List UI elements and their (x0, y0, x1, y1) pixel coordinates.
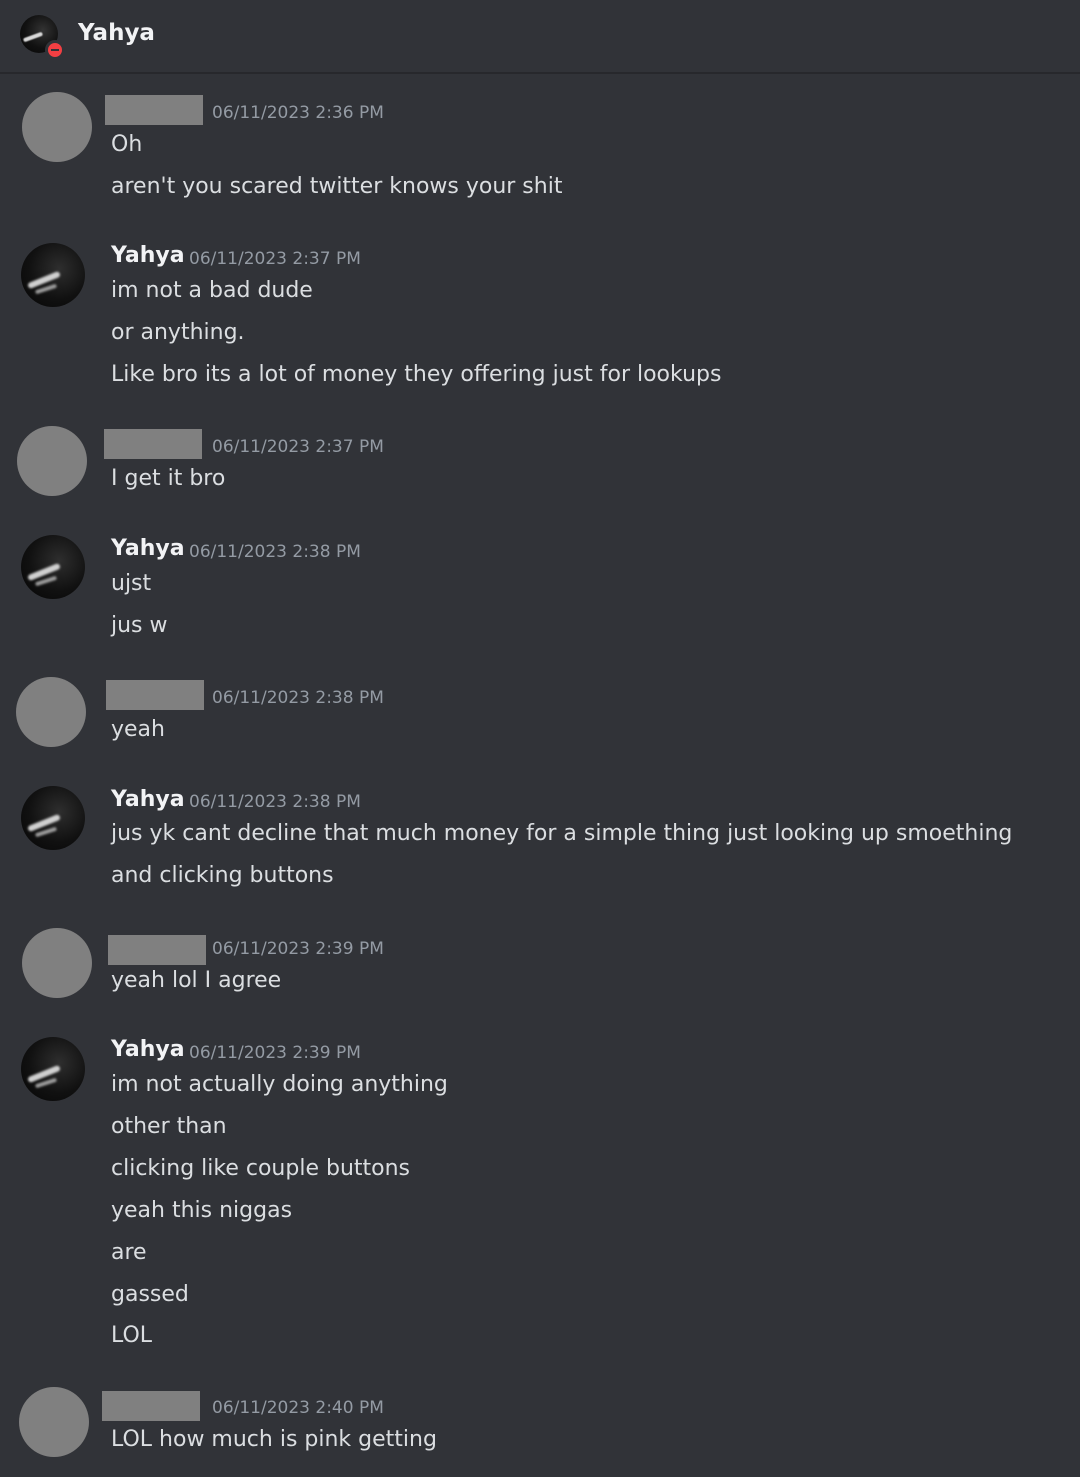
avatar[interactable] (22, 92, 92, 162)
message-text: aren't you scared twitter knows your shi… (111, 174, 563, 199)
message-text: gassed (111, 1282, 189, 1307)
avatar[interactable] (17, 426, 87, 496)
message-timestamp: 06/11/2023 2:39 PM (212, 939, 384, 959)
message-timestamp: 06/11/2023 2:37 PM (212, 437, 384, 457)
message-text: im not actually doing anything (111, 1072, 448, 1097)
message-text: yeah this niggas (111, 1198, 293, 1223)
message-timestamp: 06/11/2023 2:38 PM (189, 792, 361, 812)
dm-header: Yahya (0, 0, 1080, 74)
message-text: jus w (111, 613, 168, 638)
message-text: yeah (111, 717, 165, 742)
avatar[interactable] (21, 1037, 85, 1101)
message-text: LOL how much is pink getting (111, 1427, 437, 1452)
avatar[interactable] (21, 243, 85, 307)
message-text: are (111, 1240, 147, 1265)
message-text: and clicking buttons (111, 863, 334, 888)
message-timestamp: 06/11/2023 2:39 PM (189, 1043, 361, 1063)
redacted-username (104, 429, 202, 459)
avatar[interactable] (22, 928, 92, 998)
message-text: LOL (111, 1323, 153, 1348)
redacted-username (102, 1391, 200, 1421)
message-timestamp: 06/11/2023 2:38 PM (189, 542, 361, 562)
message-timestamp: 06/11/2023 2:37 PM (189, 249, 361, 269)
avatar[interactable] (21, 786, 85, 850)
dnd-status-icon (45, 40, 65, 60)
message-text: I get it bro (111, 466, 226, 491)
avatar[interactable] (16, 677, 86, 747)
message-author[interactable]: Yahya (111, 1037, 185, 1062)
message-text: ujst (111, 571, 152, 596)
message-author[interactable]: Yahya (111, 243, 185, 268)
avatar[interactable] (19, 1387, 89, 1457)
message-text: im not a bad dude (111, 278, 313, 303)
message-text: yeah lol I agree (111, 968, 282, 993)
avatar[interactable] (21, 535, 85, 599)
message-timestamp: 06/11/2023 2:38 PM (212, 688, 384, 708)
redacted-username (108, 935, 206, 965)
message-text: Oh (111, 132, 143, 157)
message-text: clicking like couple buttons (111, 1156, 411, 1181)
message-text: other than (111, 1114, 227, 1139)
message-author[interactable]: Yahya (111, 536, 185, 561)
message-timestamp: 06/11/2023 2:40 PM (212, 1398, 384, 1418)
message-author[interactable]: Yahya (111, 787, 185, 812)
message-text: or anything. (111, 320, 245, 345)
redacted-username (106, 680, 204, 710)
message-timestamp: 06/11/2023 2:36 PM (212, 103, 384, 123)
header-title[interactable]: Yahya (78, 20, 155, 46)
redacted-username (105, 95, 203, 125)
message-text: Like bro its a lot of money they offerin… (111, 362, 722, 387)
message-text: jus yk cant decline that much money for … (111, 821, 1013, 846)
